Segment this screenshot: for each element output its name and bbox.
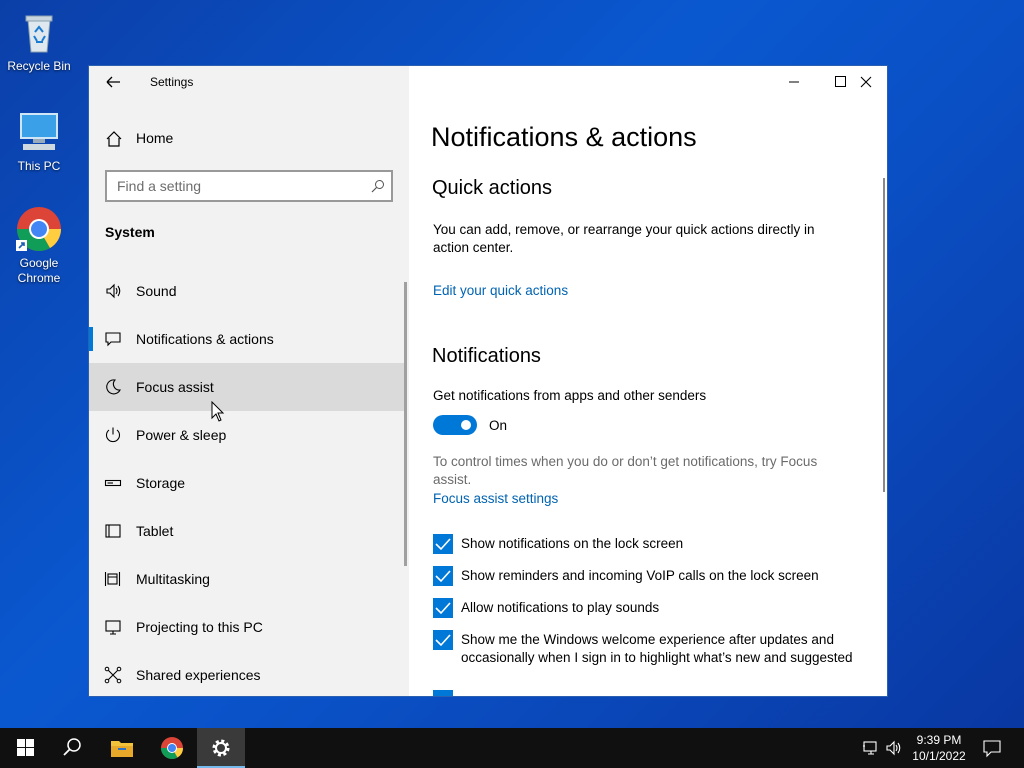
sidebar-item-notifications[interactable]: Notifications & actions bbox=[89, 315, 407, 363]
sidebar-item-label: Focus assist bbox=[136, 379, 214, 395]
sidebar-item-label: Notifications & actions bbox=[136, 331, 274, 347]
desktop-icon-label: Recycle Bin bbox=[7, 59, 71, 73]
sidebar-item-label: Tablet bbox=[136, 523, 174, 539]
taskbar: 9:39 PM 10/1/2022 bbox=[0, 728, 1024, 768]
minimize-icon bbox=[789, 81, 799, 83]
sidebar-item-label: Shared experiences bbox=[136, 667, 261, 683]
settings-taskbar-button[interactable] bbox=[197, 728, 245, 768]
settings-window: Settings Home Find a setting System Soun… bbox=[88, 65, 888, 697]
checkbox[interactable] bbox=[433, 566, 453, 586]
sidebar-item-label: Multitasking bbox=[136, 571, 210, 587]
desktop-icon-label: Google Chrome bbox=[17, 256, 61, 285]
sidebar-scrollbar[interactable] bbox=[404, 282, 407, 566]
storage-icon bbox=[104, 479, 122, 487]
desktop-icon-label: This PC bbox=[17, 159, 61, 173]
sidebar-item-focus-assist[interactable]: Focus assist bbox=[89, 363, 407, 411]
close-button[interactable] bbox=[842, 66, 887, 98]
chrome-taskbar-button[interactable] bbox=[148, 728, 196, 768]
mouse-cursor-icon bbox=[211, 401, 225, 422]
quick-actions-description: You can add, remove, or rearrange your q… bbox=[433, 222, 815, 255]
desktop-icon-this-pc[interactable]: This PC bbox=[1, 108, 77, 174]
edit-quick-actions-link[interactable]: Edit your quick actions bbox=[433, 283, 568, 298]
chrome-icon bbox=[16, 207, 61, 251]
checkbox[interactable] bbox=[433, 598, 453, 618]
content-pane: Notifications & actions Quick actions Yo… bbox=[409, 66, 887, 696]
section-label: System bbox=[105, 224, 155, 240]
checkbox-label: Show notifications on the lock screen bbox=[461, 536, 684, 551]
checkmark-icon bbox=[435, 634, 451, 647]
sidebar-item-projecting[interactable]: Projecting to this PC bbox=[89, 603, 407, 651]
sidebar-item-label: Storage bbox=[136, 475, 186, 491]
checkmark-icon bbox=[435, 602, 451, 615]
focus-assist-hint: To control times when you do or don’t ge… bbox=[433, 454, 818, 487]
checkmark-icon bbox=[435, 538, 451, 551]
folder-icon bbox=[111, 741, 133, 757]
selection-indicator bbox=[89, 327, 93, 351]
focus-assist-settings-link[interactable]: Focus assist settings bbox=[433, 491, 558, 506]
checkbox[interactable] bbox=[433, 534, 453, 554]
checkbox-label: Show reminders and incoming VoIP calls o… bbox=[461, 568, 819, 583]
start-button[interactable] bbox=[0, 728, 48, 768]
sidebar-item-home[interactable]: Home bbox=[89, 124, 409, 154]
toggle-knob bbox=[461, 420, 471, 430]
sidebar-item-power-sleep[interactable]: Power & sleep bbox=[89, 411, 407, 459]
sidebar-item-tablet[interactable]: Tablet bbox=[89, 507, 407, 555]
share-icon bbox=[104, 666, 122, 684]
sidebar-item-label: Home bbox=[136, 130, 174, 146]
search-icon bbox=[63, 738, 81, 756]
sidebar: Settings Home Find a setting System Soun… bbox=[89, 66, 409, 696]
recycle-bin-icon bbox=[25, 15, 53, 53]
checkmark-icon bbox=[435, 570, 451, 583]
moon-icon bbox=[106, 379, 121, 395]
volume-icon[interactable] bbox=[885, 739, 903, 757]
content-scrollbar[interactable] bbox=[883, 178, 885, 492]
search-icon bbox=[371, 180, 384, 193]
notifications-heading: Notifications bbox=[432, 345, 541, 367]
file-explorer-button[interactable] bbox=[98, 728, 146, 768]
clock[interactable]: 9:39 PM 10/1/2022 bbox=[906, 732, 972, 764]
toggle-state-label: On bbox=[489, 418, 508, 433]
projector-icon bbox=[105, 620, 121, 635]
computer-icon bbox=[20, 113, 58, 150]
speaker-icon bbox=[106, 283, 121, 299]
sidebar-item-label: Projecting to this PC bbox=[136, 619, 263, 635]
get-notifications-label: Get notifications from apps and other se… bbox=[433, 388, 707, 403]
checkbox-label: Allow notifications to play sounds bbox=[461, 600, 660, 615]
close-icon bbox=[860, 76, 872, 88]
multitasking-icon bbox=[104, 572, 121, 586]
app-title: Settings bbox=[150, 75, 194, 89]
sidebar-item-label: Sound bbox=[136, 283, 177, 299]
clock-date: 10/1/2022 bbox=[912, 749, 966, 763]
checkbox[interactable] bbox=[433, 690, 453, 696]
chrome-icon bbox=[161, 737, 183, 759]
page-title: Notifications & actions bbox=[431, 122, 697, 152]
power-icon bbox=[105, 427, 121, 443]
checkbox[interactable] bbox=[433, 630, 453, 650]
sidebar-item-multitasking[interactable]: Multitasking bbox=[89, 555, 407, 603]
message-icon bbox=[105, 332, 121, 347]
home-icon bbox=[106, 131, 122, 147]
search-input[interactable]: Find a setting bbox=[105, 170, 393, 202]
tablet-icon bbox=[105, 524, 121, 538]
windows-logo-icon bbox=[17, 739, 34, 756]
quick-actions-heading: Quick actions bbox=[432, 177, 553, 199]
sidebar-item-storage[interactable]: Storage bbox=[89, 459, 407, 507]
title-bar: Settings bbox=[89, 66, 409, 98]
sidebar-item-shared-experiences[interactable]: Shared experiences bbox=[89, 651, 407, 696]
desktop-icon-recycle-bin[interactable]: Recycle Bin bbox=[1, 8, 77, 74]
action-center-icon[interactable] bbox=[982, 738, 1002, 758]
sidebar-item-sound[interactable]: Sound bbox=[89, 267, 407, 315]
notifications-toggle[interactable] bbox=[433, 415, 477, 435]
minimize-button[interactable] bbox=[771, 66, 817, 98]
sidebar-item-label: Power & sleep bbox=[136, 427, 227, 443]
network-icon[interactable] bbox=[862, 739, 880, 757]
search-placeholder: Find a setting bbox=[117, 178, 202, 194]
back-arrow-icon[interactable] bbox=[101, 72, 125, 92]
search-button[interactable] bbox=[48, 728, 96, 768]
desktop-icon-google-chrome[interactable]: Google Chrome bbox=[1, 205, 77, 286]
clock-time: 9:39 PM bbox=[916, 733, 962, 747]
checkbox-label: Show me the Windows welcome experience a… bbox=[461, 632, 853, 665]
gear-icon bbox=[212, 739, 230, 757]
